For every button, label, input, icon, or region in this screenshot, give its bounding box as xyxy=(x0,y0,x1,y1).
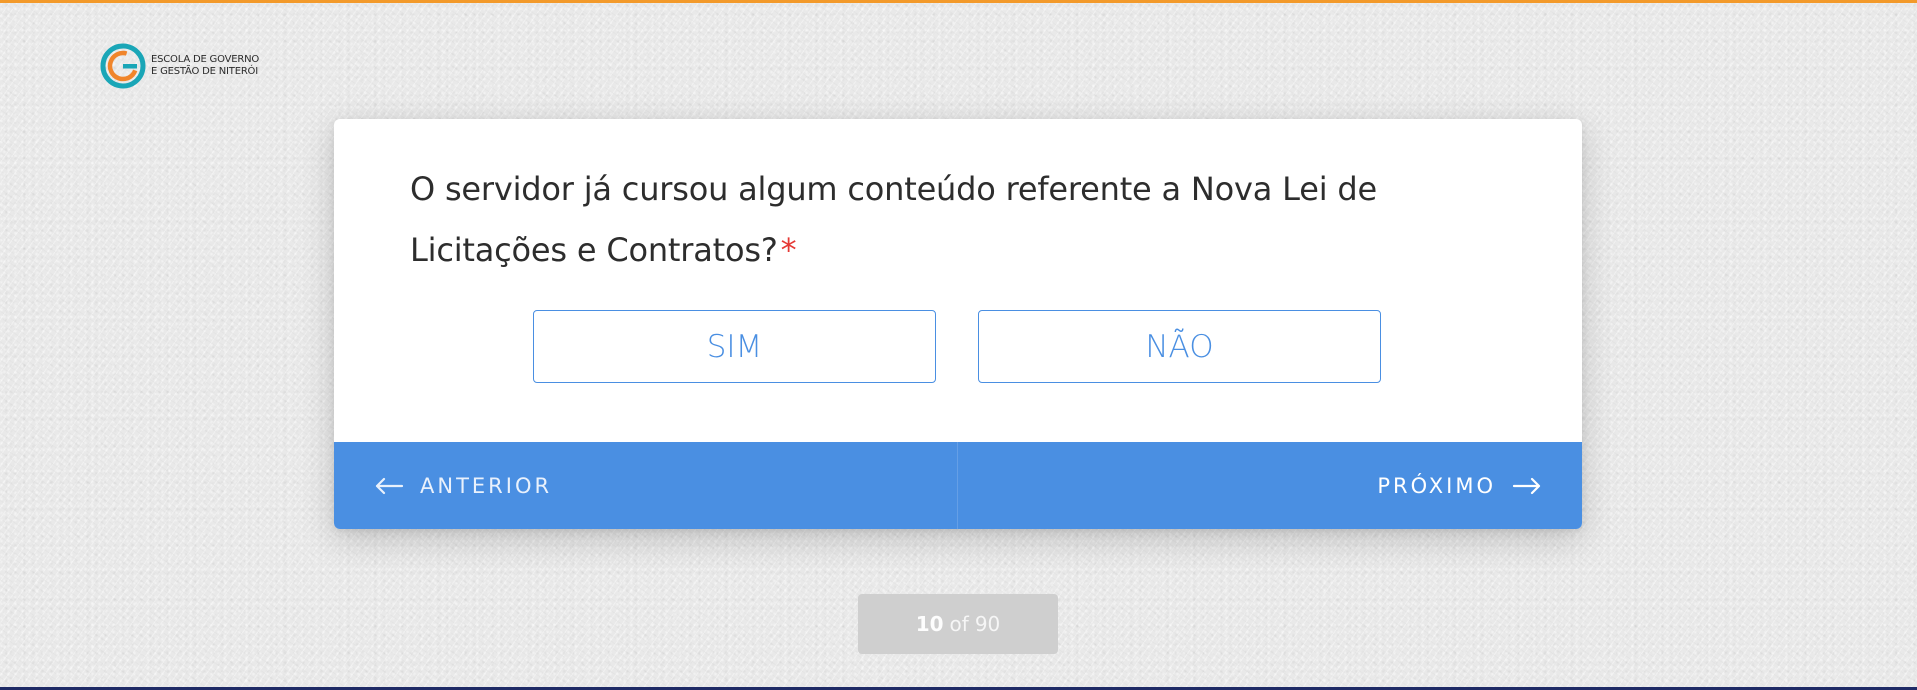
choice-sim-label: SIM xyxy=(706,328,763,365)
progress-counter: 10 of 90 xyxy=(858,594,1058,654)
required-mark: * xyxy=(780,231,797,269)
next-button[interactable]: PRÓXIMO xyxy=(958,442,1582,529)
progress-total: 90 xyxy=(974,612,1001,636)
arrow-left-icon xyxy=(375,477,404,494)
progress-separator: of xyxy=(949,612,969,636)
choice-sim-button[interactable]: SIM xyxy=(533,310,936,383)
arrow-right-icon xyxy=(1512,477,1541,494)
previous-button[interactable]: ANTERIOR xyxy=(334,442,958,529)
logo-line-1: ESCOLA DE GOVERNO xyxy=(151,54,260,65)
logo: ESCOLA DE GOVERNO E GESTÃO DE NITERÓI xyxy=(99,42,259,90)
previous-label: ANTERIOR xyxy=(420,473,553,498)
choice-nao-label: NÃO xyxy=(1145,328,1214,365)
escola-governo-logo-icon xyxy=(100,43,146,89)
progress-current: 10 xyxy=(915,612,944,636)
top-accent-line xyxy=(0,0,1917,3)
logo-line-2: E GESTÃO DE NITERÓI xyxy=(151,66,258,77)
question-card: O servidor já cursou algum conteúdo refe… xyxy=(334,119,1582,529)
choice-nao-button[interactable]: NÃO xyxy=(978,310,1381,383)
question-text: O servidor já cursou algum conteúdo refe… xyxy=(410,170,1377,269)
navigation-bar: ANTERIOR PRÓXIMO xyxy=(334,442,1582,529)
next-label: PRÓXIMO xyxy=(1377,473,1496,498)
question-title: O servidor já cursou algum conteúdo refe… xyxy=(410,159,1510,281)
logo-text: ESCOLA DE GOVERNO E GESTÃO DE NITERÓI xyxy=(151,54,259,78)
